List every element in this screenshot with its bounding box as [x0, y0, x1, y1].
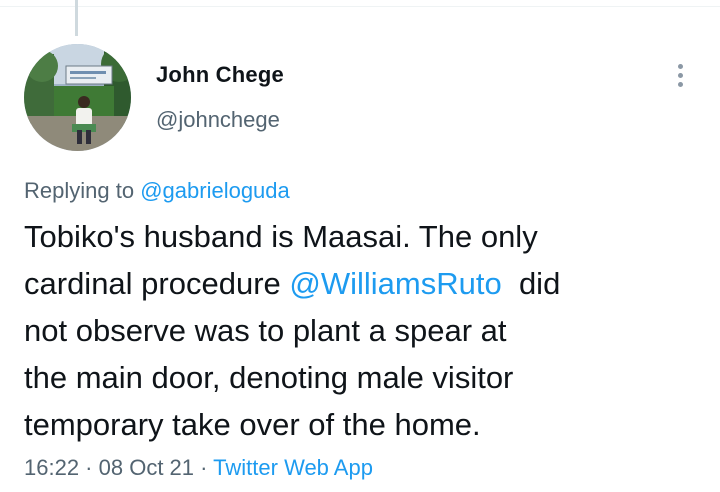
replying-to-label: Replying to: [24, 178, 135, 203]
ellipsis-dot: [677, 72, 683, 78]
meta-separator: ·: [194, 455, 214, 480]
tweet-metadata: 16:22 · 08 Oct 21 · Twitter Web App: [24, 455, 373, 481]
top-divider: [0, 6, 720, 7]
tweet-source-link[interactable]: Twitter Web App: [213, 455, 373, 480]
meta-separator: ·: [79, 455, 99, 480]
tweet-time[interactable]: 16:22: [24, 455, 79, 480]
thread-connector-line: [75, 0, 78, 36]
tweet-line: not observe was to plant a spear at: [24, 313, 507, 348]
ellipsis-dot: [677, 81, 683, 87]
tweet-line: temporary take over of the home.: [24, 407, 481, 442]
tweet-text: Tobiko's husband is Maasai. The only car…: [24, 213, 704, 448]
vertical-ellipsis-icon: [677, 63, 683, 69]
tweet-text-segment: did: [501, 266, 561, 301]
author-handle[interactable]: @johnchege: [156, 107, 280, 133]
tweet-date[interactable]: 08 Oct 21: [99, 455, 194, 480]
more-options-button[interactable]: [668, 60, 692, 90]
tweet-line: Tobiko's husband is Maasai. The only: [24, 219, 538, 254]
avatar[interactable]: [24, 44, 131, 151]
avatar-photo: [24, 44, 131, 151]
replying-to-mention-link[interactable]: @gabrieloguda: [140, 178, 290, 203]
tweet-line: the main door, denoting male visitor: [24, 360, 514, 395]
tweet-text-segment: cardinal procedure: [24, 266, 290, 301]
author-name[interactable]: John Chege: [156, 62, 284, 88]
mention-link[interactable]: @WilliamsRuto: [289, 266, 501, 301]
replying-to-line: Replying to @gabrieloguda: [24, 178, 290, 204]
tweet-line: cardinal procedure @WilliamsRuto did: [24, 260, 704, 307]
